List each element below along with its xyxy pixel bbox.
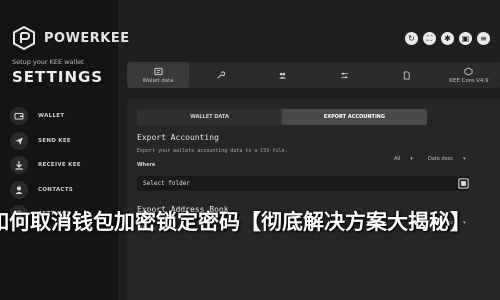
wrench-icon bbox=[217, 70, 225, 79]
contacts-icon bbox=[10, 180, 28, 199]
sidebar-item-contacts[interactable]: CONTACTS bbox=[10, 178, 114, 203]
tab-wallet-data[interactable]: Wallet data bbox=[127, 62, 190, 88]
brand: POWERKEE bbox=[12, 26, 130, 50]
chevron-down-icon: ▾ bbox=[463, 156, 466, 162]
folder-placeholder: Select folder bbox=[143, 180, 190, 187]
document-icon bbox=[404, 70, 410, 80]
tab-label: KEE Core V4.9 bbox=[449, 77, 489, 84]
sidebar-item-receive[interactable]: RECEIVE KEE bbox=[10, 153, 114, 178]
sidebar-item-label: SEND KEE bbox=[38, 137, 71, 144]
page-title: SETTINGS bbox=[12, 68, 104, 86]
app-name: POWERKEE bbox=[44, 30, 130, 46]
page-subtitle: Setup your KEE wallet bbox=[12, 58, 84, 66]
overlay-caption: 如何取消钱包加密锁定密码【彻底解决方案大揭秘】 bbox=[0, 209, 471, 234]
receive-icon bbox=[10, 156, 28, 175]
sidebar-item-send[interactable]: SEND KEE bbox=[10, 129, 114, 154]
core-icon bbox=[464, 66, 473, 76]
subtab-export-accounting[interactable]: EXPORT ACCOUNTING bbox=[282, 109, 427, 125]
sidebar-item-label: WALLET bbox=[38, 113, 65, 120]
tab-kee-core[interactable]: KEE Core V4.9 bbox=[438, 62, 500, 88]
content-panel: WALLET DATA EXPORT ACCOUNTING Export Acc… bbox=[127, 99, 500, 300]
data-icon bbox=[154, 67, 163, 75]
refresh-icon[interactable]: ↻ bbox=[405, 32, 418, 45]
sidebar-item-label: CONTACTS bbox=[38, 186, 74, 193]
filter-value: All bbox=[394, 156, 401, 162]
menu-icon[interactable]: ≡ bbox=[477, 32, 490, 45]
tab-preferences[interactable] bbox=[314, 62, 376, 88]
sidebar: POWERKEE Setup your KEE wallet SETTINGS … bbox=[0, 0, 129, 300]
filter-dropdown[interactable]: All ▾ bbox=[394, 156, 413, 162]
top-toolbar: ↻ ⛶ ✱ ▣ ≡ bbox=[405, 32, 490, 45]
send-icon bbox=[10, 131, 28, 150]
sort-value: Date desc bbox=[428, 156, 454, 162]
folder-input[interactable]: Select folder bbox=[137, 176, 469, 191]
logo-icon bbox=[13, 26, 35, 50]
sliders-icon bbox=[341, 72, 348, 78]
chevron-down-icon: ▾ bbox=[410, 156, 413, 162]
bug-icon[interactable]: ✱ bbox=[441, 32, 454, 45]
sidebar-item-wallet[interactable]: WALLET bbox=[10, 104, 114, 129]
wallet-icon bbox=[10, 107, 28, 126]
lock-icon[interactable]: ▣ bbox=[459, 32, 472, 45]
export-accounting-title: Export Accounting bbox=[137, 133, 219, 142]
where-label: Where bbox=[137, 162, 156, 168]
folder-icon[interactable] bbox=[458, 178, 469, 189]
people-icon bbox=[278, 72, 287, 79]
tab-tools[interactable] bbox=[189, 62, 251, 88]
sidebar-item-label: RECEIVE KEE bbox=[38, 162, 81, 169]
settings-tabs: Wallet data KEE Core V4.9 bbox=[127, 62, 500, 88]
tab-people[interactable] bbox=[251, 62, 313, 88]
sub-tabs: WALLET DATA EXPORT ACCOUNTING bbox=[137, 109, 427, 125]
sort-dropdown[interactable]: Date desc ▾ bbox=[428, 156, 466, 162]
tab-label: Wallet data bbox=[142, 77, 174, 84]
fullscreen-icon[interactable]: ⛶ bbox=[423, 32, 436, 45]
subtab-wallet-data[interactable]: WALLET DATA bbox=[137, 109, 282, 125]
tab-documents[interactable] bbox=[376, 62, 438, 88]
export-accounting-description: Export your wallets accounting data to a… bbox=[137, 148, 288, 154]
